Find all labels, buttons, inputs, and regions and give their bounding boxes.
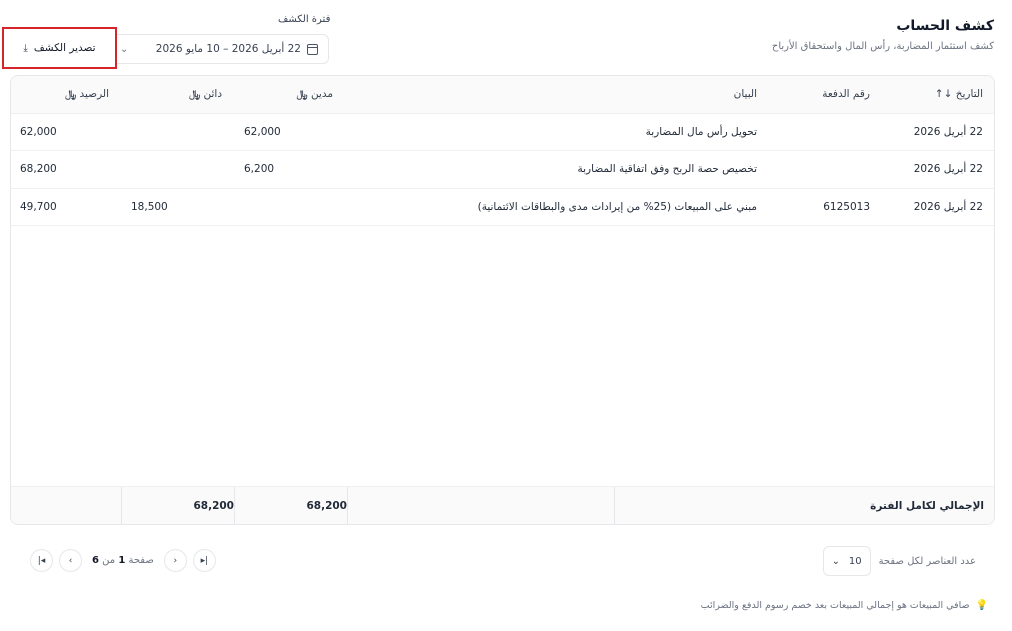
cell-description: تحويل رأس مال المضاربة [645, 125, 757, 138]
table-row: 22 أبريل 2026 تحويل رأس مال المضاربة 62,… [11, 113, 994, 151]
footer-total-label: الإجمالي لكامل الفترة [614, 487, 994, 524]
page-subtitle: كشف استثمار المضاربة، رأس المال واستحقاق… [771, 41, 994, 52]
page-header: كشف الحساب كشف استثمار المضاربة، رأس الم… [2, 14, 994, 69]
footer-gap-cell [347, 487, 614, 524]
column-credit: دائن ﷼ [189, 88, 222, 101]
cell-date: 22 أبريل 2026 [913, 163, 983, 176]
cell-payment-no: 6125013 [823, 200, 870, 213]
page-title: كشف الحساب [896, 18, 994, 34]
title-block: كشف الحساب كشف استثمار المضاربة، رأس الم… [772, 18, 994, 52]
table-row: 22 أبريل 2026 تخصيص حصة الربح وفق اتفاقي… [11, 151, 994, 189]
cell-balance: 68,200 [20, 163, 57, 176]
chevron-down-icon: ⌄ [120, 43, 129, 55]
footer-debit-total: 68,200 [234, 487, 347, 524]
cell-credit [120, 151, 233, 189]
cell-credit: 18,500 [131, 200, 168, 213]
footnote-text: صافي المبيعات هو إجمالي المبيعات بعد خصم… [700, 600, 970, 611]
cell-description: مبني على المبيعات (25% من إيرادات مدى وا… [477, 200, 757, 213]
column-description: البيان [733, 88, 757, 101]
chevron-right-icon: › [173, 555, 178, 566]
lightbulb-icon: 💡 [975, 600, 988, 611]
riyal-icon: ﷼ [189, 89, 201, 101]
column-payment-no: رقم الدفعة [822, 88, 870, 101]
per-page-select[interactable]: 10 ⌄ [822, 546, 871, 576]
cell-credit [120, 113, 233, 151]
cell-debit: 6,200 [244, 163, 275, 176]
cell-balance: 62,000 [20, 125, 57, 138]
cell-date: 22 أبريل 2026 [913, 125, 983, 138]
statement-table: التاريخ ↓↑ رقم الدفعة البيان مدين ﷼ دائن… [10, 75, 995, 525]
cell-payment-no [768, 113, 881, 151]
chevron-left-icon: ‹ [68, 555, 73, 566]
date-range-picker[interactable]: 22 أبريل 2026 – 10 مايو 2026 ⌄ [109, 34, 329, 64]
column-debit: مدين ﷼ [296, 88, 333, 101]
download-icon: ⤓ [23, 42, 28, 54]
cell-description: تخصيص حصة الربح وفق اتفاقية المضاربة [577, 163, 758, 176]
pagination-controls: |◂ ‹ صفحة 1 من 6 › ▸| [30, 549, 216, 572]
first-page-button[interactable]: |◂ [30, 549, 53, 572]
cell-debit [233, 188, 344, 226]
page-indicator: صفحة 1 من 6 [92, 555, 154, 566]
calendar-icon [307, 43, 318, 55]
export-statement-button[interactable]: تصدير الكشف ⤓ [2, 27, 117, 69]
per-page-control: عدد العناصر لكل صفحة 10 ⌄ [822, 546, 976, 576]
last-page-icon: ▸| [200, 555, 209, 566]
period-label: فترة الكشف [278, 14, 331, 25]
date-range-value: 22 أبريل 2026 – 10 مايو 2026 [155, 43, 301, 55]
last-page-button[interactable]: ▸| [192, 549, 216, 572]
riyal-icon: ﷼ [296, 89, 308, 101]
riyal-icon: ﷼ [65, 89, 77, 101]
per-page-label: عدد العناصر لكل صفحة [878, 555, 976, 567]
chevron-down-icon: ⌄ [831, 555, 840, 567]
table-header-row: التاريخ ↓↑ رقم الدفعة البيان مدين ﷼ دائن… [11, 76, 994, 113]
footer-credit-total: 68,200 [121, 487, 234, 524]
next-page-button[interactable]: › [163, 549, 187, 572]
export-label: تصدير الكشف [33, 42, 96, 54]
column-date[interactable]: التاريخ ↓↑ [881, 76, 994, 113]
cell-date: 22 أبريل 2026 [913, 200, 983, 213]
table-footer-totals: 68,200 68,200 الإجمالي لكامل الفترة [11, 486, 994, 524]
cell-debit: 62,000 [244, 125, 281, 138]
cell-payment-no [768, 151, 881, 189]
per-page-value: 10 [848, 555, 862, 567]
footnote: 💡 صافي المبيعات هو إجمالي المبيعات بعد خ… [701, 600, 988, 611]
column-balance: الرصيد ﷼ [65, 88, 109, 101]
cell-balance: 49,700 [20, 200, 57, 213]
prev-page-button[interactable]: ‹ [59, 549, 82, 572]
footer-balance-cell [11, 487, 121, 524]
table-row: 22 أبريل 2026 6125013 مبني على المبيعات … [11, 188, 994, 226]
first-page-icon: |◂ [37, 555, 46, 566]
